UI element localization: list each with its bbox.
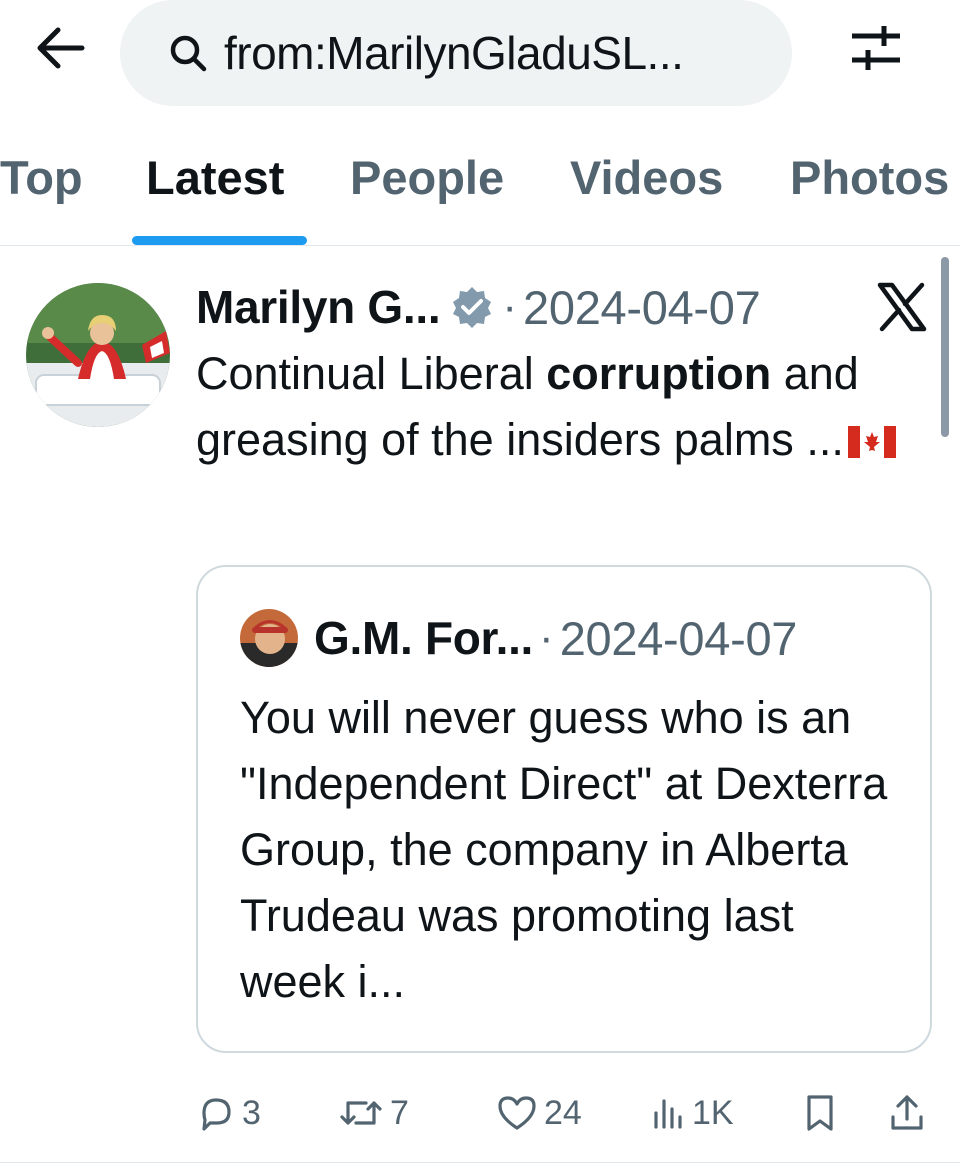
search-filters-button[interactable] xyxy=(842,20,910,76)
tweet-divider xyxy=(0,1162,960,1163)
like-count: 24 xyxy=(544,1093,582,1132)
share-button[interactable] xyxy=(888,1083,926,1143)
x-logo-icon[interactable] xyxy=(876,281,928,333)
tweet-text: Continual Liberal corruption and greasin… xyxy=(196,341,896,476)
quoted-header-separator: · xyxy=(539,613,554,662)
quoted-tweet-text: You will never guess who is an "Independ… xyxy=(240,692,888,1007)
bookmark-button[interactable] xyxy=(802,1083,838,1143)
views-count: 1K xyxy=(692,1093,734,1132)
tweet-keyword: corruption xyxy=(546,348,772,399)
reply-count: 3 xyxy=(242,1093,261,1132)
search-query: from:MarilynGladuSL... xyxy=(224,27,684,79)
tweet-header: Marilyn G... · 2024-04-07 xyxy=(196,277,761,337)
top-bar: from:MarilynGladuSL... xyxy=(0,0,960,110)
quoted-tweet-date: 2024-04-07 xyxy=(559,611,798,665)
tab-latest[interactable]: Latest xyxy=(146,150,284,205)
scrollbar[interactable] xyxy=(941,257,949,437)
tab-photos[interactable]: Photos xyxy=(790,150,949,205)
quoted-author-avatar[interactable] xyxy=(240,609,298,667)
views-button[interactable]: 1K xyxy=(650,1083,734,1143)
quoted-author-name[interactable]: G.M. For... xyxy=(314,611,533,665)
tab-videos[interactable]: Videos xyxy=(570,150,723,205)
active-tab-indicator xyxy=(132,236,307,245)
heart-icon xyxy=(498,1096,536,1130)
search-input[interactable]: from:MarilynGladuSL... xyxy=(120,0,792,106)
search-tabs: Top Latest People Videos Photos xyxy=(0,130,960,246)
author-name[interactable]: Marilyn G... xyxy=(196,280,441,334)
canada-flag-icon xyxy=(847,410,896,476)
tweet[interactable]: Marilyn G... · 2024-04-07 Continual Libe… xyxy=(0,247,960,1165)
tweet-date[interactable]: 2024-04-07 xyxy=(523,280,761,335)
tab-top[interactable]: Top xyxy=(0,150,83,205)
bookmark-icon xyxy=(807,1095,833,1131)
retweet-count: 7 xyxy=(390,1093,409,1132)
tweet-actions: 3 7 24 1K xyxy=(196,1083,936,1143)
quoted-tweet[interactable]: G.M. For... · 2024-04-07 You will never … xyxy=(196,565,932,1053)
reply-icon xyxy=(202,1098,231,1131)
share-icon xyxy=(891,1095,923,1130)
avatar[interactable] xyxy=(26,283,170,427)
back-button[interactable] xyxy=(28,20,92,76)
search-icon xyxy=(166,31,210,75)
like-button[interactable]: 24 xyxy=(496,1083,582,1143)
tab-people[interactable]: People xyxy=(350,150,504,205)
quoted-tweet-header: G.M. For... · 2024-04-07 xyxy=(314,607,797,669)
retweet-icon xyxy=(340,1101,382,1125)
header-separator: · xyxy=(502,282,518,331)
sliders-icon xyxy=(852,26,900,70)
arrow-left-icon xyxy=(37,27,85,69)
reply-button[interactable]: 3 xyxy=(196,1083,261,1143)
tweet-text-start: Continual Liberal xyxy=(196,348,547,399)
verified-badge-icon xyxy=(450,284,496,330)
analytics-icon xyxy=(654,1099,682,1129)
retweet-button[interactable]: 7 xyxy=(338,1083,409,1143)
